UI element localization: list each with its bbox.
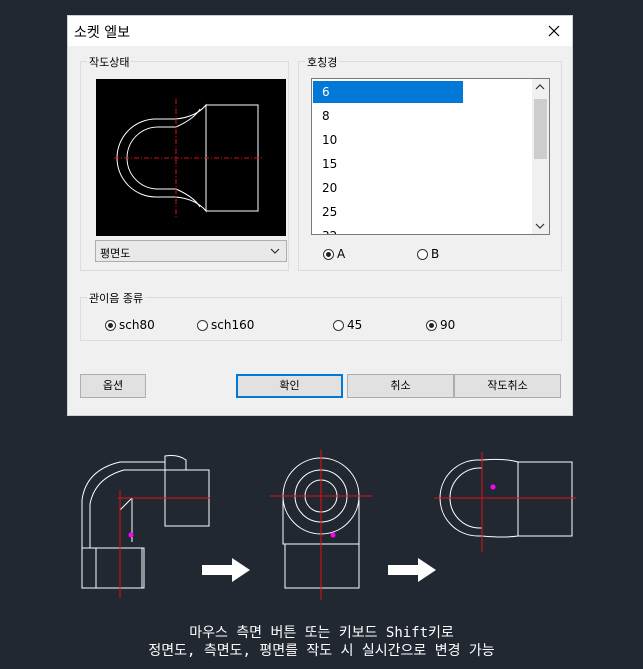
cancel-draw-button[interactable]: 작도취소 <box>454 374 561 398</box>
radio-label: sch80 <box>119 318 155 332</box>
radio-indicator <box>105 319 116 331</box>
size-unit-a-radio[interactable]: A <box>323 247 345 261</box>
radio-indicator <box>197 319 208 331</box>
list-item[interactable]: 25 <box>313 201 463 223</box>
caption-line-2: 정면도, 측면도, 평면를 작도 시 실시간으로 변경 가능 <box>148 643 495 659</box>
angle-45-radio[interactable]: 45 <box>333 318 362 332</box>
nominal-size-label: 호칭경 <box>305 54 340 70</box>
view-illustration <box>81 450 576 600</box>
radio-indicator <box>323 248 334 260</box>
dialog-title: 소켓 엘보 <box>74 25 130 41</box>
radio-label: sch160 <box>211 318 255 332</box>
ok-button[interactable]: 확인 <box>236 374 343 398</box>
cancel-button[interactable]: 취소 <box>347 374 454 398</box>
view-select[interactable]: 평면도 <box>95 240 287 262</box>
list-scrollbar[interactable] <box>532 79 549 234</box>
pipe-type-group: 관이음 종류 sch80 sch160 45 90 <box>80 290 562 341</box>
radio-label: A <box>337 247 346 261</box>
chevron-down-icon <box>270 248 280 254</box>
caption-line-1: 마우스 측면 버튼 또는 키보드 Shift키로 <box>189 625 454 641</box>
front-view-drawing <box>81 455 210 589</box>
options-button[interactable]: 옵션 <box>80 374 146 398</box>
nominal-size-group: 호칭경 6 8 10 15 20 25 32 A B <box>298 54 562 271</box>
sch80-radio[interactable]: sch80 <box>105 318 155 332</box>
radio-label: B <box>431 247 440 261</box>
list-item[interactable]: 6 <box>313 81 463 103</box>
list-item[interactable]: 8 <box>313 105 463 127</box>
drawing-state-group: 작도상태 평면도 <box>80 54 289 271</box>
scroll-thumb[interactable] <box>534 99 547 159</box>
list-item[interactable]: 32 <box>313 225 463 234</box>
size-unit-b-radio[interactable]: B <box>417 247 439 261</box>
sch160-radio[interactable]: sch160 <box>197 318 254 332</box>
list-item[interactable]: 20 <box>313 177 463 199</box>
arrow-right-icon <box>202 558 250 582</box>
preview-canvas <box>96 79 286 236</box>
title-bar: 소켓 엘보 <box>68 16 572 46</box>
drawing-state-label: 작도상태 <box>87 54 132 70</box>
close-icon[interactable] <box>544 21 564 41</box>
list-item[interactable]: 15 <box>313 153 463 175</box>
radio-label: 90 <box>440 318 456 332</box>
chevron-up-icon[interactable] <box>535 83 545 91</box>
radio-indicator <box>417 248 428 260</box>
arrow-right-icon <box>388 558 436 582</box>
radio-indicator <box>333 319 344 331</box>
size-listbox[interactable]: 6 8 10 15 20 25 32 <box>311 78 550 235</box>
radio-label: 45 <box>347 318 363 332</box>
angle-90-radio[interactable]: 90 <box>426 318 455 332</box>
view-select-value: 평면도 <box>100 247 131 260</box>
list-item[interactable]: 10 <box>313 129 463 151</box>
pipe-type-label: 관이음 종류 <box>87 290 146 306</box>
socket-elbow-dialog: 소켓 엘보 작도상태 평면도 호칭경 6 8 10 15 20 25 A B 관… <box>67 15 573 416</box>
chevron-down-icon[interactable] <box>535 222 545 230</box>
radio-indicator <box>426 319 437 331</box>
